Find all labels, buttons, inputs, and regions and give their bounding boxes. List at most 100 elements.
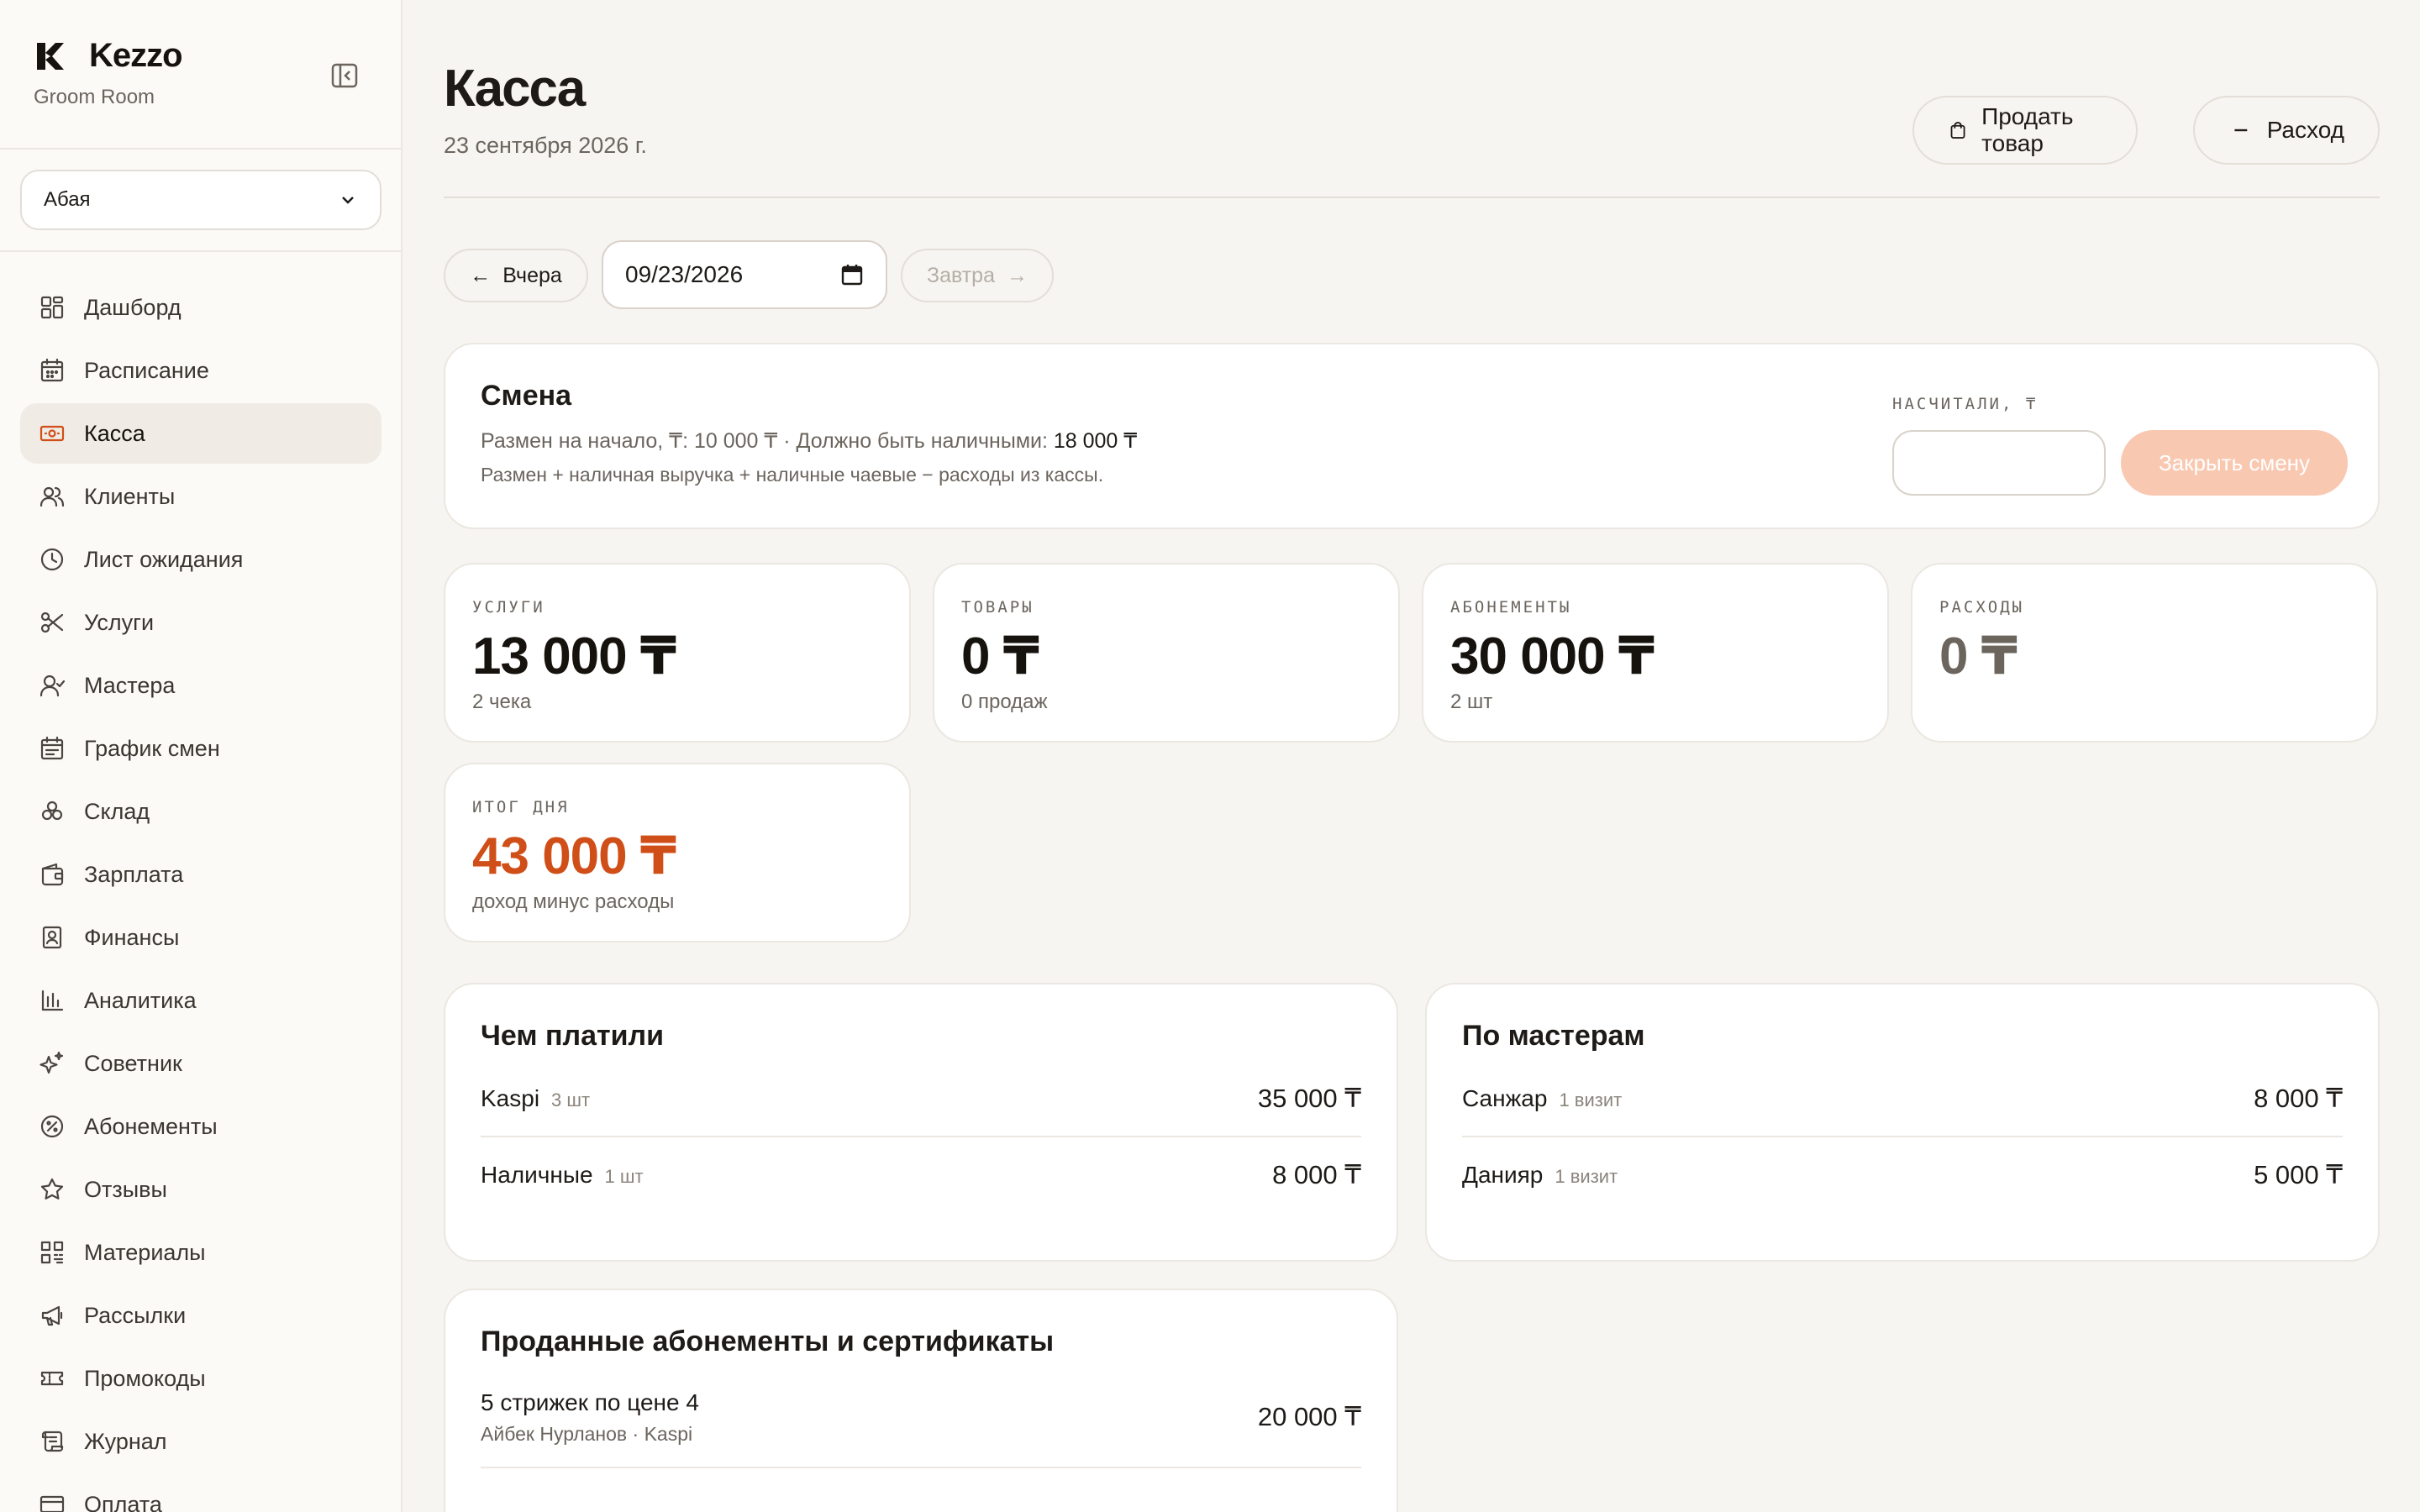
sidebar-item-label: Материалы <box>84 1239 206 1265</box>
page-title: Касса <box>444 60 586 118</box>
payment-method: Kaspi <box>481 1085 540 1111</box>
payment-row: Kaspi 3 шт 35 000 ₸ <box>481 1062 1361 1137</box>
calendar-picker-icon[interactable] <box>840 263 864 286</box>
chart-icon <box>41 990 64 1011</box>
stat-value: 13 000 ₸ <box>472 627 676 685</box>
sidebar-item-ticket[interactable]: Промокоды <box>20 1348 381 1409</box>
shift-title: Смена <box>481 380 572 412</box>
masters-card: По мастерам Санжар 1 визит 8 000 ₸ Данияр… <box>1425 983 2380 1262</box>
scroll-icon <box>41 1431 64 1452</box>
sidebar-item-wallet[interactable]: Зарплата <box>20 844 381 905</box>
prev-day-button[interactable]: ← Вчера <box>444 249 588 302</box>
page-date: 23 сентября 2026 г. <box>444 133 647 158</box>
subscription-buyer: Айбек Нурланов · Kaspi <box>481 1422 693 1445</box>
subscription-row: 5 стрижек по цене 4 Айбек Нурланов · Kas… <box>481 1368 1361 1468</box>
counted-input[interactable] <box>1892 430 2106 496</box>
ticket-icon <box>40 1371 64 1386</box>
sidebar-item-finance[interactable]: Финансы <box>20 907 381 968</box>
brand-subtitle: Groom Room <box>34 86 155 108</box>
master-row: Данияр 1 визит 5 000 ₸ <box>1462 1137 2343 1213</box>
sidebar-item-cash[interactable]: Касса <box>20 403 381 464</box>
sidebar-item-schedule[interactable]: График смен <box>20 718 381 779</box>
subscriptions-title: Проданные абонементы и сертификаты <box>481 1326 1055 1357</box>
shopping-bag-icon <box>1950 122 1965 139</box>
sidebar-item-megaphone[interactable]: Рассылки <box>20 1285 381 1346</box>
sidebar-item-label: Оплата <box>84 1491 162 1512</box>
sidebar-item-scissors[interactable]: Услуги <box>20 592 381 653</box>
percent-badge-icon <box>40 1115 64 1138</box>
sidebar-item-label: Промокоды <box>84 1365 206 1391</box>
sidebar-item-star[interactable]: Отзывы <box>20 1159 381 1220</box>
sidebar-nav: Дашборд Расписание Касса Клиенты Лист ожидан… <box>20 277 381 1512</box>
users-icon <box>39 486 65 507</box>
stat-sub: доход минус расходы <box>472 890 675 913</box>
counted-label: НАСЧИТАЛИ, ₸ <box>1892 395 2039 413</box>
sparkle-icon <box>39 1051 64 1074</box>
stat-sub: 2 шт <box>1450 690 1493 713</box>
sidebar-collapse-icon[interactable] <box>329 60 360 91</box>
expected-cash-value: 18 000 ₸ <box>1053 429 1138 453</box>
expense-button[interactable]: Расход <box>2193 96 2380 165</box>
card-icon <box>39 1495 65 1512</box>
sidebar-item-label: Клиенты <box>84 483 176 509</box>
sidebar-item-clock[interactable]: Лист ожидания <box>20 529 381 590</box>
sidebar-item-label: Дашборд <box>84 294 182 320</box>
brand-name: Kezzo <box>89 37 183 74</box>
sidebar-item-card[interactable]: Оплата <box>20 1474 381 1512</box>
stat-sub: 0 продаж <box>961 690 1048 713</box>
sidebar-item-users[interactable]: Клиенты <box>20 466 381 527</box>
close-shift-button[interactable]: Закрыть смену <box>2121 430 2348 496</box>
branch-select[interactable]: Абая <box>20 170 381 230</box>
sidebar-item-sparkle[interactable]: Советник <box>20 1033 381 1094</box>
branch-select-value: Абая <box>44 188 91 211</box>
sidebar-item-label: Аналитика <box>84 987 197 1013</box>
sell-product-button[interactable]: Продать товар <box>1912 96 2138 165</box>
schedule-icon <box>40 736 64 760</box>
payments-title: Чем платили <box>481 1020 665 1052</box>
stat-sub: 2 чека <box>472 690 532 713</box>
sidebar-item-label: Лист ожидания <box>84 546 244 572</box>
date-input[interactable]: 09/23/2026 <box>602 240 887 309</box>
sidebar-item-chart[interactable]: Аналитика <box>20 970 381 1031</box>
brand[interactable]: Kezzo <box>34 37 183 75</box>
sidebar-item-label: Мастера <box>84 672 176 698</box>
expense-label: Расход <box>2266 117 2344 143</box>
prev-day-label: Вчера <box>502 263 562 287</box>
shift-summary-text: Размен на начало, ₸: 10 000 ₸ · Должно б… <box>481 429 1054 453</box>
master-visits: 1 визит <box>1559 1089 1623 1110</box>
stat-label: АБОНЕМЕНТЫ <box>1450 598 1572 617</box>
sidebar-item-scroll[interactable]: Журнал <box>20 1411 381 1472</box>
sidebar-item-label: Рассылки <box>84 1302 187 1328</box>
sidebar-item-label: Отзывы <box>84 1176 167 1202</box>
sidebar-item-label: Зарплата <box>84 861 184 887</box>
payment-count: 3 шт <box>551 1089 591 1110</box>
stat-value: 0 ₸ <box>1939 627 2018 685</box>
shift-formula: Размен + наличная выручка + наличные чае… <box>481 464 1104 486</box>
stat-label: РАСХОДЫ <box>1939 598 2025 617</box>
arrow-right-icon: → <box>1007 263 1028 287</box>
warehouse-icon <box>41 801 63 821</box>
calendar-icon <box>40 358 64 382</box>
sidebar-divider <box>0 250 401 252</box>
payment-amount: 35 000 ₸ <box>1257 1084 1361 1113</box>
sidebar-item-percent-badge[interactable]: Абонементы <box>20 1096 381 1157</box>
master-amount: 5 000 ₸ <box>2254 1160 2343 1189</box>
sidebar-item-label: Склад <box>84 798 150 824</box>
wallet-icon <box>41 863 64 886</box>
sidebar-item-qr[interactable]: Материалы <box>20 1222 381 1283</box>
minus-icon <box>2234 129 2248 132</box>
sidebar-item-masters[interactable]: Мастера <box>20 655 381 716</box>
next-day-button[interactable]: Завтра → <box>901 249 1054 302</box>
stat-label: ТОВАРЫ <box>961 598 1034 617</box>
payment-method: Наличные <box>481 1162 593 1188</box>
master-name: Данияр <box>1462 1162 1544 1188</box>
sidebar-item-dashboard[interactable]: Дашборд <box>20 277 381 338</box>
masters-title: По мастерам <box>1462 1020 1645 1052</box>
sidebar-item-label: Финансы <box>84 924 180 950</box>
stat-value: 0 ₸ <box>961 627 1039 685</box>
master-name: Санжар <box>1462 1085 1548 1111</box>
sidebar-item-calendar[interactable]: Расписание <box>20 340 381 401</box>
shift-card: Смена Размен на начало, ₸: 10 000 ₸ · До… <box>444 343 2380 529</box>
date-input-value: 09/23/2026 <box>625 261 744 287</box>
sidebar-item-warehouse[interactable]: Склад <box>20 781 381 842</box>
